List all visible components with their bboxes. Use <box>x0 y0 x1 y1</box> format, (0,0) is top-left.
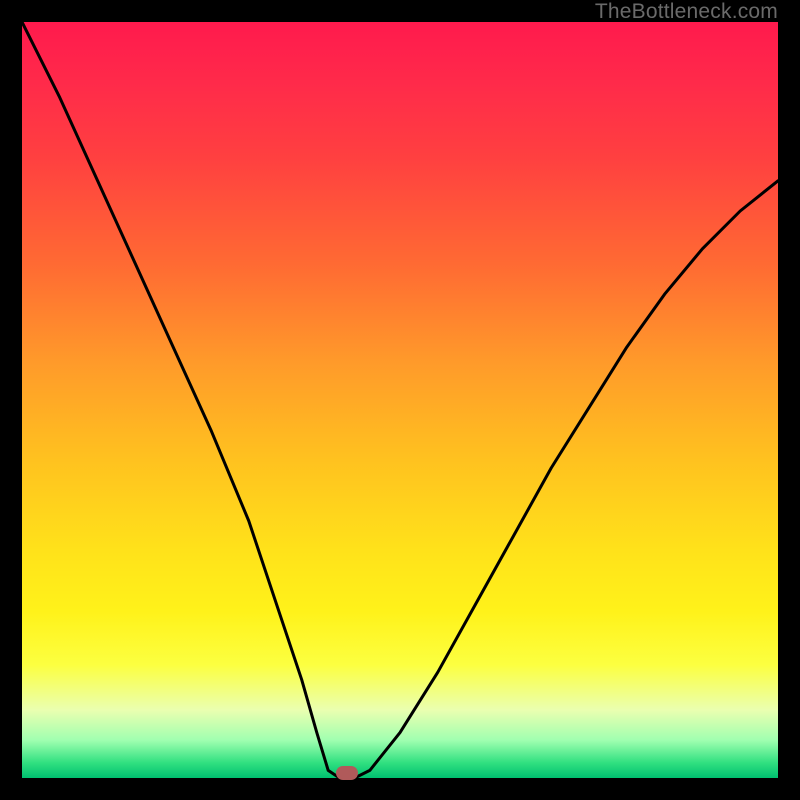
chart-frame <box>22 22 778 778</box>
watermark-text: TheBottleneck.com <box>595 0 778 24</box>
bottleneck-curve <box>22 22 778 778</box>
optimal-point-marker <box>336 766 358 780</box>
